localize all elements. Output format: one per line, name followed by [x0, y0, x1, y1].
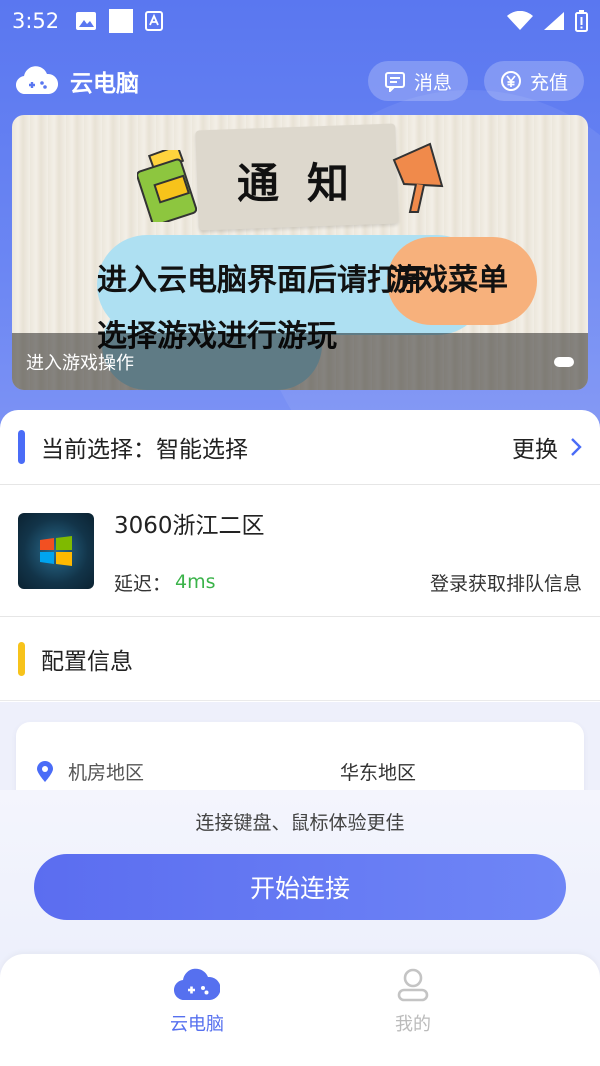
messages-button[interactable]: 消息 [367, 61, 468, 101]
megaphone-icon [392, 142, 444, 213]
accent-bar-blue [18, 430, 25, 464]
queue-info-link[interactable]: 登录获取排队信息 [430, 569, 582, 596]
status-time: 3:52 [12, 9, 60, 33]
location-pin-icon [37, 760, 53, 782]
change-label: 更换 [512, 437, 558, 463]
text-notification-icon [145, 11, 164, 31]
app-notification-icon [109, 9, 134, 33]
messages-label: 消息 [413, 71, 452, 94]
latency-label: 延迟： [114, 572, 172, 595]
app-title: 云电脑 [70, 71, 139, 97]
message-icon [384, 72, 405, 92]
wallet-illustration-icon [137, 150, 197, 222]
user-profile-icon [397, 968, 429, 1002]
status-bar: 3:52 [0, 0, 600, 42]
connect-hint: 连接键盘、鼠标体验更佳 [195, 812, 405, 834]
banner-caption-bar: 进入游戏操作 [12, 333, 588, 390]
server-row[interactable]: 3060浙江二区 延迟： 4ms 登录获取排队信息 [0, 485, 600, 617]
yuan-coin-icon [500, 71, 521, 91]
latency-value: 4ms [175, 571, 216, 593]
accent-bar-yellow [18, 641, 25, 676]
recharge-button[interactable]: 充值 [483, 61, 584, 101]
connect-area: 连接键盘、鼠标体验更佳 开始连接 [0, 790, 600, 960]
image-icon [76, 12, 97, 30]
notice-banner[interactable]: 通知 进入云电脑界面后请打开 游戏菜单 选择游戏进行游玩 进入游戏操作 [12, 115, 588, 390]
banner-caption: 进入游戏操作 [26, 352, 134, 374]
wifi-icon [507, 11, 533, 30]
start-connect-button[interactable]: 开始连接 [34, 854, 566, 920]
server-name: 3060浙江二区 [114, 512, 265, 539]
config-section-header: 配置信息 [0, 617, 600, 701]
windows-server-thumbnail [18, 512, 94, 589]
tab-label: 我的 [395, 1014, 431, 1035]
selection-title: 当前选择：智能选择 [41, 437, 248, 463]
banner-heading: 通知 [237, 159, 378, 208]
chevron-right-icon [571, 438, 582, 456]
cloud-gamepad-logo-icon [16, 66, 58, 95]
tab-label: 云电脑 [170, 1014, 224, 1035]
app-header: 云电脑 消息 充值 [0, 58, 600, 104]
carousel-indicator[interactable] [554, 356, 574, 367]
windows-logo-icon [40, 535, 72, 566]
recharge-label: 充值 [529, 71, 568, 94]
tab-mine[interactable]: 我的 [353, 968, 473, 1036]
tab-cloud-pc[interactable]: 云电脑 [137, 968, 257, 1036]
battery-icon [575, 10, 588, 32]
change-button[interactable]: 更换 [512, 430, 582, 464]
signal-icon [544, 12, 564, 30]
cloud-gamepad-icon [174, 968, 220, 1001]
config-title: 配置信息 [41, 648, 133, 675]
region-label: 机房地区 [68, 762, 145, 784]
banner-highlight-text: 游戏菜单 [388, 263, 508, 298]
banner-text-line1: 进入云电脑界面后请打开 [97, 263, 427, 298]
selection-row: 当前选择：智能选择 更换 [0, 410, 600, 485]
region-value: 华东地区 [340, 762, 417, 784]
bottom-tab-bar: 云电脑 我的 [0, 954, 600, 1066]
